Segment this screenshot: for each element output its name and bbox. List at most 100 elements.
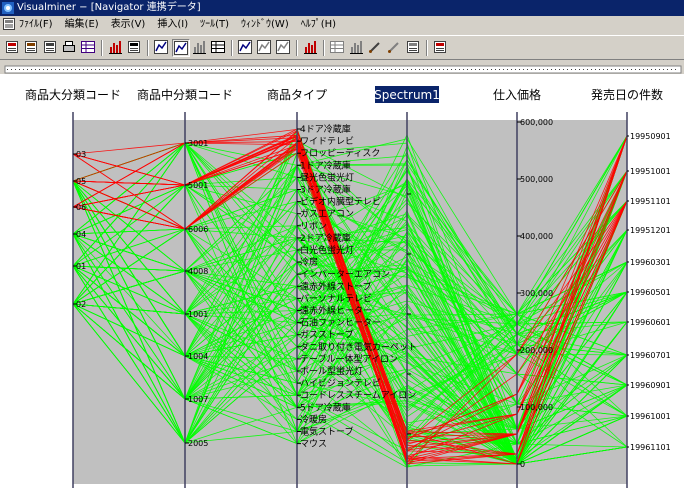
import-icon	[6, 41, 18, 53]
bar-chart-button[interactable]	[107, 39, 125, 57]
export-icon	[407, 41, 419, 53]
zoom-plot-icon	[238, 40, 252, 54]
menu-view[interactable]: 表示(V)	[110, 16, 147, 33]
grid-view-button[interactable]	[210, 39, 228, 57]
brush-icon	[369, 42, 380, 53]
run-icon	[434, 41, 446, 53]
tick-label: ボール型蛍光灯	[300, 365, 363, 377]
tick-label: 19951201	[630, 226, 671, 235]
tick-label: 1001	[188, 310, 208, 319]
grid-view-icon	[211, 41, 225, 53]
tick-label: マウス	[300, 439, 327, 450]
tick-label: 0	[520, 460, 525, 469]
menu-edit[interactable]: 編集(E)	[64, 16, 100, 33]
tick-label: 05	[76, 177, 86, 186]
table-button[interactable]	[80, 39, 98, 57]
menu-file[interactable]: ﾌｧｲﾙ(F)	[18, 16, 54, 33]
import-button[interactable]	[4, 39, 22, 57]
parallel-coordinates-chart[interactable]: 商品大分類コード 03 05 06 04 01 02 商品中分類コード 3001 5001 6006…	[0, 74, 684, 492]
tick-label: リボン	[300, 221, 327, 232]
save-icon	[25, 41, 37, 53]
toolbar-separator	[323, 40, 325, 56]
select-plot-button[interactable]	[256, 39, 274, 57]
copy-data-icon	[44, 41, 56, 53]
bar-chart-icon	[109, 41, 122, 54]
tick-label: 白光色蛍光灯	[300, 244, 354, 256]
parallel-plot-button[interactable]	[153, 39, 171, 57]
toolbar-separator	[296, 40, 298, 56]
tick-label: 03	[76, 150, 86, 159]
tick-label: 冷房	[300, 256, 318, 268]
histogram-button[interactable]	[191, 39, 209, 57]
filter-plot-icon	[276, 40, 290, 54]
tick-label: ダニ取り付き電気カーペット	[300, 341, 417, 353]
plot-area[interactable]: 商品大分類コード 03 05 06 04 01 02 商品中分類コード 3001 5001 6006…	[0, 74, 684, 492]
tick-label: 19960901	[630, 381, 671, 390]
report-button[interactable]	[126, 39, 144, 57]
app-icon	[2, 2, 14, 14]
tick-label: 19950901	[630, 132, 671, 141]
axis-label-a4[interactable]: Spectrum1	[374, 88, 440, 102]
tick-label: 19961001	[630, 412, 671, 421]
pen-button[interactable]	[386, 39, 404, 57]
tick-label: 19960601	[630, 318, 671, 327]
filter-plot-button[interactable]	[275, 39, 293, 57]
histogram-icon	[193, 41, 206, 54]
tick-label: 19951001	[630, 167, 671, 176]
tick-label: ガスストーブ	[300, 329, 353, 341]
parallel-plot-icon	[154, 40, 168, 54]
menu-window[interactable]: ｳｨﾝﾄﾞｳ(W)	[240, 16, 290, 33]
tick-label: 100,000	[520, 403, 553, 412]
tick-label: 3001	[188, 139, 208, 148]
tick-label: 2005	[188, 439, 208, 448]
tick-label: 300,000	[520, 289, 553, 298]
tick-label: 1007	[188, 395, 208, 404]
brush-button[interactable]	[367, 39, 385, 57]
tick-label: 2ドア冷蔵庫	[300, 232, 351, 244]
run-button[interactable]	[432, 39, 450, 57]
axis-label-a3[interactable]: 商品タイプ	[267, 87, 327, 102]
title-bar: Visualminer − [Navigator 連携データ]	[0, 0, 684, 16]
tick-label: 400,000	[520, 232, 553, 241]
print-button[interactable]	[61, 39, 79, 57]
axis-label-a5[interactable]: 仕入価格	[493, 87, 541, 102]
tick-label: 19951101	[630, 197, 671, 206]
layout-button[interactable]	[329, 39, 347, 57]
tick-label: フロッピーディスク	[300, 147, 380, 159]
export-button[interactable]	[405, 39, 423, 57]
tick-label: 01	[76, 262, 86, 271]
columns-button[interactable]	[348, 39, 366, 57]
tick-label: 3ドア冷蔵庫	[300, 184, 351, 196]
tick-label: 5ドア冷蔵庫	[300, 401, 351, 413]
menu-tools[interactable]: ﾂｰﾙ(T)	[199, 16, 230, 33]
tick-label: 4ドア冷蔵庫	[300, 123, 351, 135]
window-title: Visualminer − [Navigator 連携データ]	[17, 2, 201, 13]
tick-label: 5001	[188, 181, 208, 190]
tick-label: 4008	[188, 267, 208, 276]
save-button[interactable]	[23, 39, 41, 57]
tick-label: 600,000	[520, 118, 553, 127]
axis-label-a1[interactable]: 商品大分類コード	[25, 87, 121, 102]
scatter-plot-icon	[174, 41, 188, 55]
document-icon[interactable]	[3, 18, 15, 30]
tick-label: 1004	[188, 352, 208, 361]
zoom-plot-button[interactable]	[237, 39, 255, 57]
color-bars-button[interactable]	[302, 39, 320, 57]
scatter-plot-button[interactable]	[172, 39, 190, 57]
toolbar-separator	[231, 40, 233, 56]
toolbar	[0, 35, 684, 60]
tick-label: ビデオ内臓型テレビ	[300, 196, 381, 208]
tick-label: 04	[76, 230, 86, 239]
menu-insert[interactable]: 挿入(I)	[156, 16, 189, 33]
menu-help[interactable]: ﾍﾙﾌﾟ(H)	[300, 16, 337, 33]
tick-label: 1ドア冷蔵庫	[300, 159, 351, 171]
tick-label: 昼光色蛍光灯	[300, 171, 354, 183]
tick-label: コードレススチームアイロン	[300, 390, 416, 401]
tick-label: 200,000	[520, 346, 553, 355]
axis-label-a2[interactable]: 商品中分類コード	[137, 87, 233, 102]
color-bars-icon	[304, 41, 317, 54]
tick-label: ハイビジョンテレビ	[300, 378, 381, 389]
axis-label-a6[interactable]: 発売日の件数	[591, 87, 663, 102]
copy-data-button[interactable]	[42, 39, 60, 57]
toolbar-separator	[426, 40, 428, 56]
